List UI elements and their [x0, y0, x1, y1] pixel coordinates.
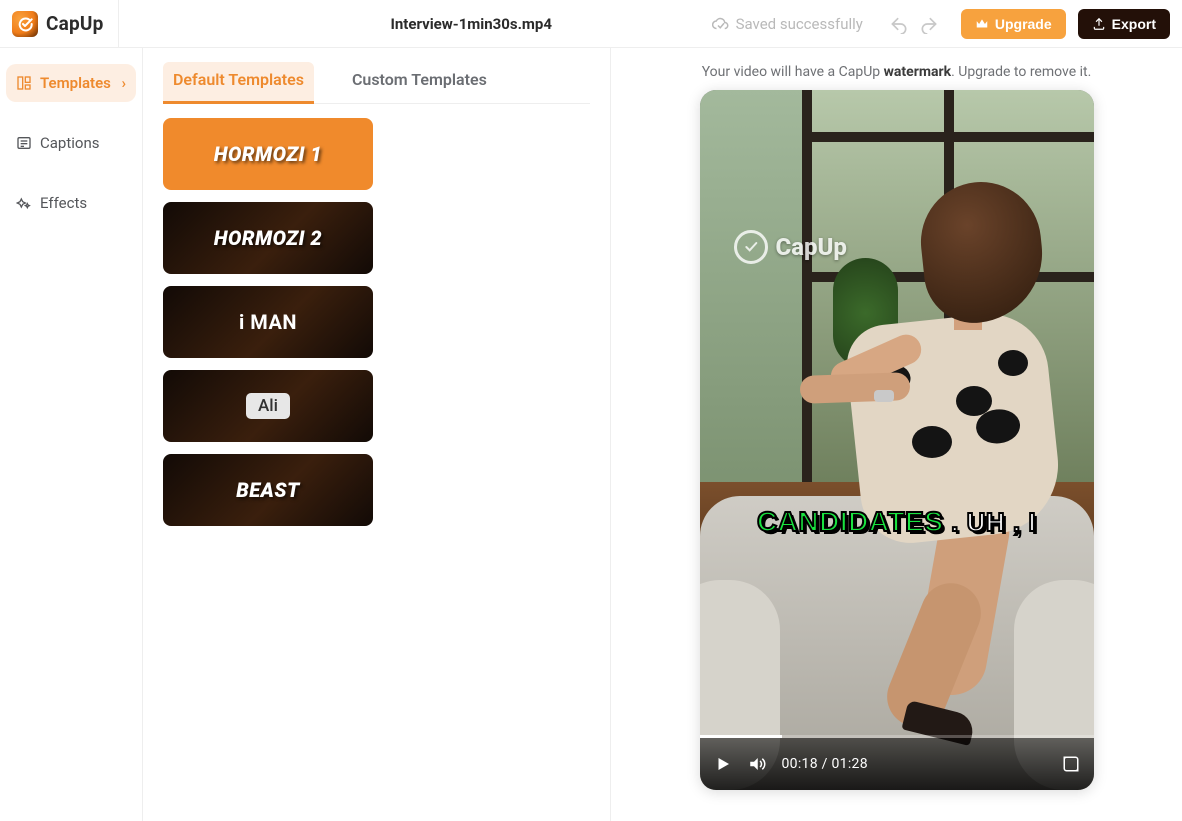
nav-captions-label: Captions: [40, 134, 99, 152]
wm-note-bold: watermark: [884, 64, 951, 80]
video-time-current: 00:18: [782, 756, 818, 772]
caption-rest: . UH , I: [943, 507, 1036, 537]
brand-name: CapUp: [46, 12, 104, 35]
template-label: HORMOZI 2: [214, 226, 322, 250]
volume-icon: [748, 755, 766, 773]
redo-icon: [919, 14, 939, 34]
video-time-duration: 01:28: [832, 756, 868, 772]
export-button[interactable]: Export: [1078, 9, 1170, 39]
video-player[interactable]: CapUp CANDIDATES . UH , I 00:18 / 01:: [700, 90, 1094, 790]
template-card-beast[interactable]: BEAST: [163, 454, 373, 526]
nav-captions[interactable]: Captions: [6, 124, 136, 162]
template-card-hormozi-2[interactable]: HORMOZI 2: [163, 202, 373, 274]
fullscreen-button[interactable]: [1062, 755, 1080, 773]
video-controls: 00:18 / 01:28: [700, 738, 1094, 790]
volume-button[interactable]: [748, 755, 766, 773]
play-icon: [714, 755, 732, 773]
upgrade-label: Upgrade: [995, 16, 1052, 32]
capup-watermark-icon: [734, 230, 768, 264]
video-time: 00:18 / 01:28: [782, 756, 868, 772]
video-time-sep: /: [818, 756, 832, 772]
chevron-right-icon: ›: [121, 74, 126, 92]
left-nav: Templates › Captions Effects: [0, 48, 143, 821]
tab-default-templates[interactable]: Default Templates: [163, 62, 314, 104]
video-frame: CapUp: [700, 90, 1094, 790]
effects-icon: [16, 195, 32, 211]
caption-overlay: CANDIDATES . UH , I: [700, 506, 1094, 538]
video-progress-bar[interactable]: [700, 735, 1094, 738]
nav-effects[interactable]: Effects: [6, 184, 136, 222]
templates-tabs: Default Templates Custom Templates: [163, 62, 590, 104]
nav-templates-label: Templates: [40, 74, 111, 92]
nav-templates[interactable]: Templates ›: [6, 64, 136, 102]
fullscreen-icon: [1062, 755, 1080, 773]
wm-note-post: . Upgrade to remove it.: [951, 64, 1091, 80]
template-card-iman[interactable]: i MAN: [163, 286, 373, 358]
capup-watermark: CapUp: [734, 230, 847, 264]
capup-watermark-text: CapUp: [776, 233, 847, 261]
crown-icon: [975, 17, 989, 31]
templates-list: HORMOZI 1 HORMOZI 2 i MAN Ali BEAST: [163, 118, 373, 526]
wm-note-pre: Your video will have a CapUp: [702, 64, 884, 80]
export-icon: [1092, 17, 1106, 31]
export-label: Export: [1112, 16, 1156, 32]
template-label: Ali: [246, 393, 290, 419]
template-label: i MAN: [239, 310, 297, 334]
upgrade-button[interactable]: Upgrade: [961, 9, 1066, 39]
cloud-check-icon: [712, 15, 730, 33]
brand-logo-icon: [12, 11, 38, 37]
templates-panel: Default Templates Custom Templates HORMO…: [143, 48, 611, 821]
save-status-label: Saved successfully: [736, 15, 863, 33]
tab-custom-templates[interactable]: Custom Templates: [342, 62, 497, 103]
topbar: CapUp Interview-1min30s.mp4 Saved succes…: [0, 0, 1182, 48]
nav-effects-label: Effects: [40, 194, 87, 212]
template-label: HORMOZI 1: [214, 142, 322, 166]
filename[interactable]: Interview-1min30s.mp4: [391, 15, 552, 33]
template-label: BEAST: [236, 478, 299, 502]
play-button[interactable]: [714, 755, 732, 773]
redo-button[interactable]: [919, 14, 939, 34]
templates-icon: [16, 75, 32, 91]
preview-pane: Your video will have a CapUp watermark. …: [611, 48, 1182, 821]
save-status: Saved successfully: [712, 15, 863, 33]
brand[interactable]: CapUp: [12, 0, 119, 47]
template-card-hormozi-1[interactable]: HORMOZI 1: [163, 118, 373, 190]
history-controls: [889, 14, 939, 34]
caption-highlight-word: CANDIDATES: [757, 506, 943, 537]
undo-button[interactable]: [889, 14, 909, 34]
undo-icon: [889, 14, 909, 34]
captions-icon: [16, 135, 32, 151]
template-card-ali[interactable]: Ali: [163, 370, 373, 442]
watermark-note: Your video will have a CapUp watermark. …: [702, 64, 1092, 80]
